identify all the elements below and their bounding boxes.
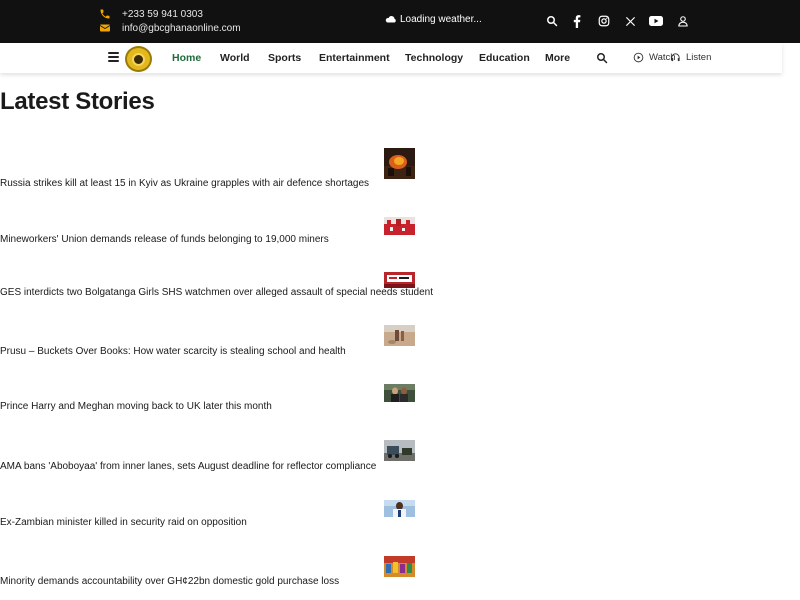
contact-email[interactable]: info@gbcghanaonline.com	[99, 22, 241, 34]
story-headline[interactable]: Ex-Zambian minister killed in security r…	[0, 517, 247, 528]
nav-home[interactable]: Home	[172, 52, 201, 64]
weather-status: Loading weather...	[400, 14, 482, 25]
x-icon[interactable]	[623, 14, 637, 28]
search-icon[interactable]	[596, 51, 608, 69]
story-thumbnail[interactable]	[384, 500, 415, 517]
facebook-icon[interactable]	[570, 14, 584, 28]
play-circle-icon	[633, 52, 644, 63]
nav-more[interactable]: More	[545, 52, 570, 64]
story-headline[interactable]: GES interdicts two Bolgatanga Girls SHS …	[0, 287, 433, 298]
listen-button[interactable]: Listen	[670, 52, 711, 63]
weather-widget: Loading weather...	[385, 14, 482, 25]
gbc-logo[interactable]	[125, 46, 152, 72]
phone-number: +233 59 941 0303	[122, 8, 203, 20]
user-icon[interactable]	[676, 14, 690, 28]
story-headline[interactable]: Russia strikes kill at least 15 in Kyiv …	[0, 178, 369, 189]
story-thumbnail[interactable]	[384, 556, 415, 577]
nav-education[interactable]: Education	[479, 52, 530, 64]
story-thumbnail[interactable]	[384, 384, 415, 402]
email-address: info@gbcghanaonline.com	[122, 22, 241, 34]
story-thumbnail[interactable]	[384, 440, 415, 461]
nav-sports[interactable]: Sports	[268, 52, 301, 64]
nav-world[interactable]: World	[220, 52, 250, 64]
story-thumbnail[interactable]	[384, 217, 415, 235]
story-thumbnail[interactable]	[384, 325, 415, 346]
cloud-icon	[385, 16, 396, 23]
listen-label: Listen	[686, 52, 712, 63]
envelope-icon	[99, 24, 111, 32]
story-headline[interactable]: Mineworkers' Union demands release of fu…	[0, 234, 329, 245]
main-navigation: Home World Sports Entertainment Technolo…	[0, 43, 782, 73]
contact-phone[interactable]: +233 59 941 0303	[99, 8, 203, 20]
story-headline[interactable]: Prusu – Buckets Over Books: How water sc…	[0, 346, 346, 357]
nav-entertainment[interactable]: Entertainment	[319, 52, 390, 64]
story-headline[interactable]: Minority demands accountability over GH¢…	[0, 576, 339, 587]
hamburger-icon[interactable]	[108, 52, 119, 62]
story-headline[interactable]: Prince Harry and Meghan moving back to U…	[0, 401, 272, 412]
instagram-icon[interactable]	[597, 14, 611, 28]
phone-icon	[100, 9, 110, 19]
page-title: Latest Stories	[0, 88, 155, 115]
story-thumbnail[interactable]	[384, 148, 415, 179]
search-icon[interactable]	[545, 14, 559, 28]
headphones-icon	[671, 53, 680, 62]
youtube-icon[interactable]	[649, 14, 663, 28]
story-thumbnail[interactable]	[384, 272, 415, 288]
story-headline[interactable]: AMA bans 'Aboboyaa' from inner lanes, se…	[0, 461, 376, 472]
nav-technology[interactable]: Technology	[405, 52, 463, 64]
top-bar: +233 59 941 0303 info@gbcghanaonline.com…	[0, 0, 800, 43]
